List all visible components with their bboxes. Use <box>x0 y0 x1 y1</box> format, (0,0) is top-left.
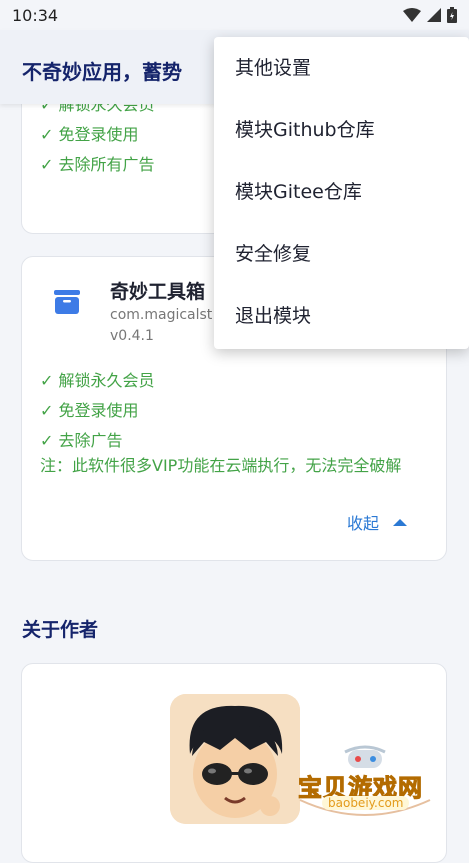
status-bar: 10:34 <box>0 0 469 30</box>
section-title-about: 关于作者 <box>22 619 99 641</box>
author-avatar[interactable] <box>170 694 300 824</box>
menu-item-other-settings[interactable]: 其他设置 <box>214 37 469 99</box>
avatar-illustration <box>170 694 300 824</box>
wifi-icon <box>403 8 421 22</box>
watermark-url: baobeiy.com <box>322 796 410 810</box>
collapse-button[interactable]: 收起 <box>347 510 408 534</box>
menu-item-security-fix[interactable]: 安全修复 <box>214 223 469 285</box>
status-time: 10:34 <box>12 6 59 25</box>
feature-item: ✓ 解锁永久会员 <box>40 371 155 390</box>
app-title: 不奇妙应用，蓄势 <box>22 60 182 84</box>
status-icons <box>403 6 457 24</box>
overflow-menu: 其他设置 模块Github仓库 模块Gitee仓库 安全修复 退出模块 <box>214 37 469 349</box>
feature-item: ✓ 免登录使用 <box>40 125 139 144</box>
menu-item-gitee-repo[interactable]: 模块Gitee仓库 <box>214 161 469 223</box>
chevron-up-icon <box>393 518 408 526</box>
battery-icon <box>447 7 457 23</box>
app-package: com.magicalst <box>110 307 213 323</box>
menu-item-github-repo[interactable]: 模块Github仓库 <box>214 99 469 161</box>
feature-item: ✓ 免登录使用 <box>40 401 139 420</box>
collapse-label: 收起 <box>347 514 380 533</box>
feature-item: ✓ 去除所有广告 <box>40 155 155 174</box>
watermark-logo: 宝贝游戏网 baobeiy.com <box>290 740 440 820</box>
feature-item: ✓ 去除广告 <box>40 431 123 450</box>
signal-icon <box>427 8 441 22</box>
app-version: v0.4.1 <box>110 328 154 344</box>
menu-item-exit-module[interactable]: 退出模块 <box>214 285 469 347</box>
note-text: 注：此软件很多VIP功能在云端执行，无法完全破解 <box>40 456 402 475</box>
toolbox-icon <box>54 290 80 314</box>
app-name: 奇妙工具箱 <box>110 281 206 303</box>
